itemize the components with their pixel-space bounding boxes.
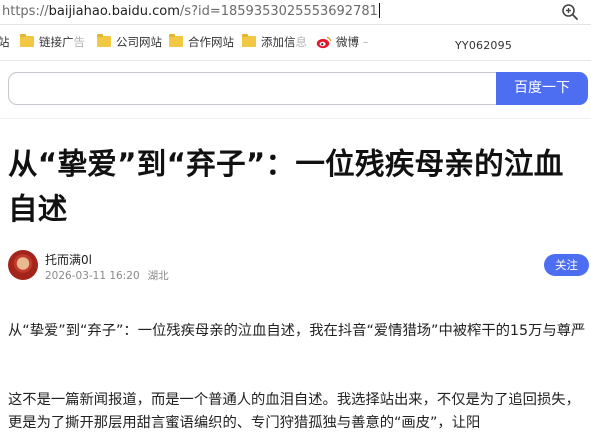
url-host: baijiahao.baidu.com — [48, 4, 180, 19]
url-text[interactable]: https://baijiahao.baidu.com/s?id=1859353… — [2, 3, 380, 21]
bookmarks-bar: 站 链接广告 公司网站 合作网站 添加信息 微博 – YY062095 — [0, 25, 591, 61]
bookmark-folder-add-info[interactable]: 添加信息 — [242, 33, 307, 51]
bookmark-weibo[interactable]: 微博 – — [316, 33, 368, 51]
address-bar[interactable]: https://baijiahao.baidu.com/s?id=1859353… — [0, 0, 591, 25]
zoom-in-icon[interactable] — [561, 3, 579, 21]
text-caret — [378, 3, 380, 18]
divider — [0, 118, 591, 119]
url-path: /s?id=1859353025553692781 — [179, 4, 378, 19]
url-scheme: https:// — [2, 4, 49, 19]
bookmark-code: YY062095 — [455, 39, 513, 52]
search-button[interactable]: 百度一下 — [496, 72, 588, 105]
folder-icon — [97, 34, 111, 47]
article-meta: 2026-03-11 16:20 湖北 — [45, 268, 169, 283]
publish-date: 2026-03-11 16:20 — [45, 270, 140, 282]
folder-icon — [20, 34, 34, 47]
publish-location: 湖北 — [147, 270, 169, 282]
weibo-icon — [316, 36, 332, 49]
article-title: 从“挚爱”到“弃子”：一位残疾母亲的泣血自述 — [8, 147, 564, 226]
bookmark-item[interactable]: 站 — [0, 33, 10, 51]
article-paragraph: 从“挚爱”到“弃子”：一位残疾母亲的泣血自述，我在抖音“爱情猎场”中被榨干的15… — [8, 323, 586, 339]
bookmark-folder-partner-site[interactable]: 合作网站 — [169, 33, 234, 51]
search-input[interactable] — [8, 72, 499, 105]
bookmark-folder-company-site[interactable]: 公司网站 — [97, 33, 162, 51]
article-paragraph: 这不是一篇新闻报道，而是一个普通人的血泪自述。我选择站出来，不仅是为了追回损失，… — [8, 392, 580, 431]
folder-icon — [242, 34, 256, 47]
author-name[interactable]: 托而满0l — [45, 251, 92, 268]
search-bar: 百度一下 — [8, 72, 588, 105]
follow-button[interactable]: 关注 — [544, 254, 589, 276]
author-avatar[interactable] — [8, 250, 38, 280]
bookmark-folder-link-ads[interactable]: 链接广告 — [20, 33, 85, 51]
folder-icon — [169, 34, 183, 47]
